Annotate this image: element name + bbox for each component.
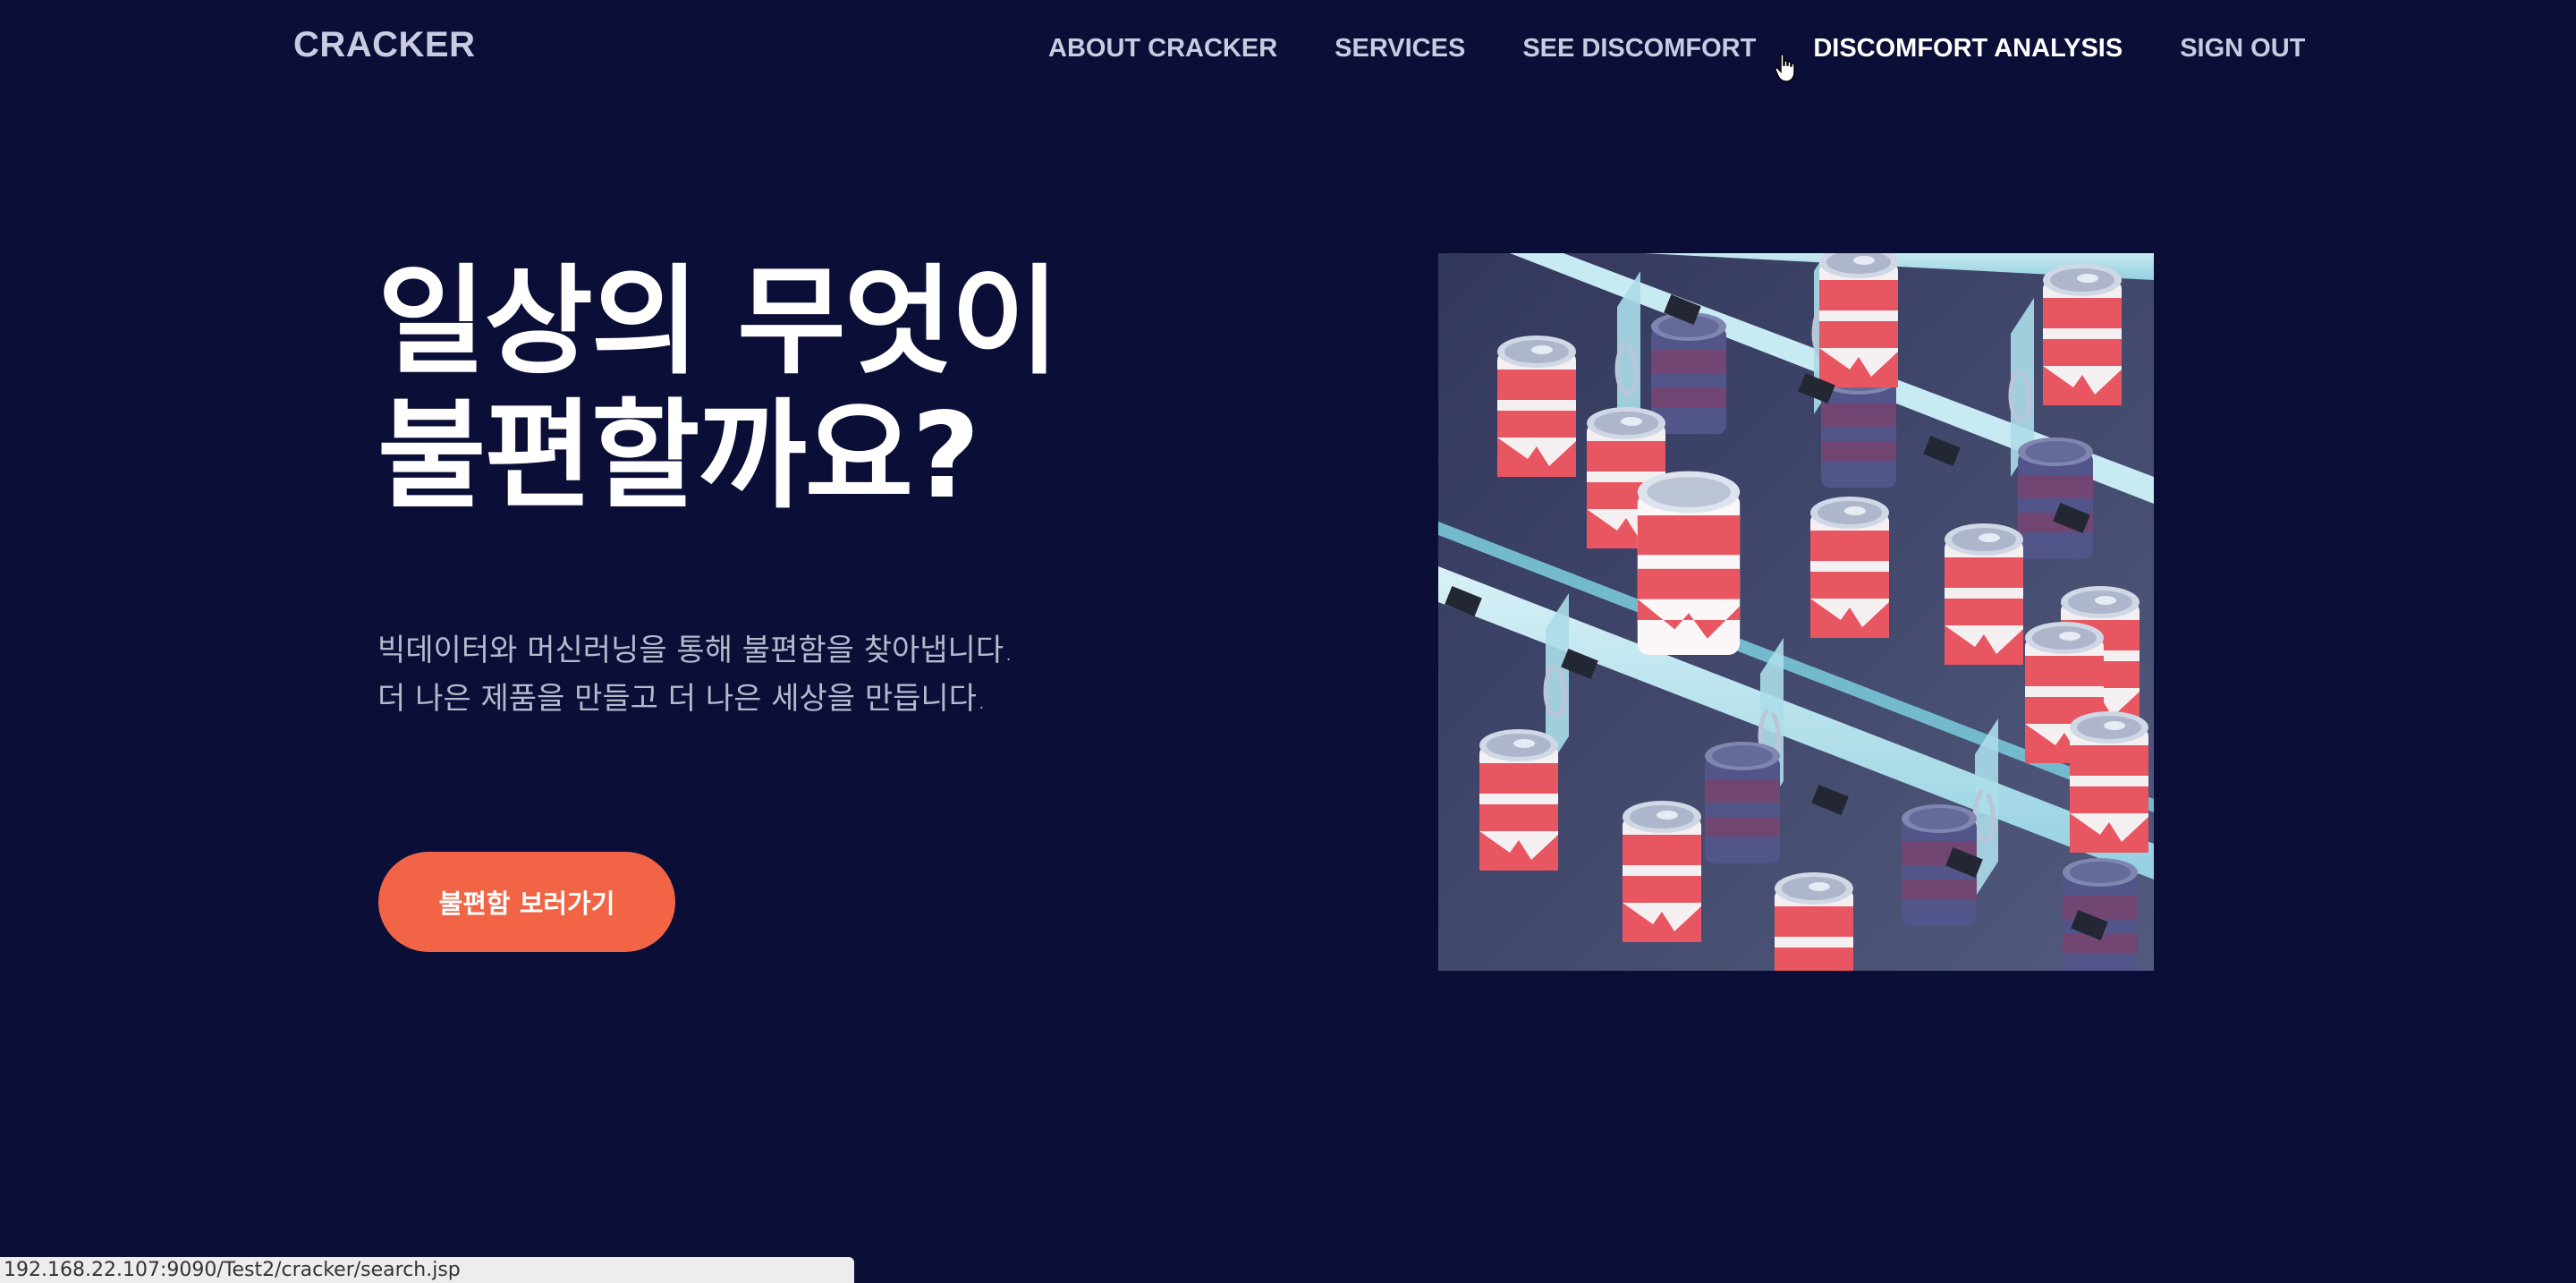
- page: CRACKER ABOUT CRACKER SERVICES SEE DISCO…: [0, 0, 2576, 1283]
- top-navbar: CRACKER ABOUT CRACKER SERVICES SEE DISCO…: [0, 0, 2576, 104]
- hero-title-line-2: 불편할까요?: [377, 387, 980, 525]
- pointer-hand-cursor-icon: [1775, 54, 1795, 82]
- hero-title-line-1: 일상의 무엇이: [377, 253, 1060, 391]
- brand-logo[interactable]: CRACKER: [293, 25, 476, 65]
- nav-services[interactable]: SERVICES: [1335, 34, 1465, 64]
- hero-subtitle-line-2: 더 나은 제품을 만들고 더 나은 세상을 만듭니다.: [377, 681, 987, 717]
- hero-subtitle-line-1: 빅데이터와 머신러닝을 통해 불편함을 찾아냅니다.: [377, 633, 1013, 668]
- nav-about-cracker[interactable]: ABOUT CRACKER: [1048, 34, 1277, 64]
- vending-machine-cans-illustration: [1438, 253, 2154, 971]
- nav-discomfort-analysis[interactable]: DISCOMFORT ANALYSIS: [1813, 34, 2123, 64]
- nav-see-discomfort[interactable]: SEE DISCOMFORT: [1522, 34, 1756, 64]
- hero-subtitle: 빅데이터와 머신러닝을 통해 불편함을 찾아냅니다. 더 나은 제품을 만들고 …: [377, 626, 1013, 723]
- browser-status-url: 192.168.22.107:9090/Test2/cracker/search…: [0, 1257, 854, 1283]
- nav-sign-out[interactable]: SIGN OUT: [2180, 34, 2305, 64]
- nav-links: ABOUT CRACKER SERVICES SEE DISCOMFORT DI…: [1048, 34, 2305, 64]
- hero-title: 일상의 무엇이 불편할까요?: [377, 253, 1060, 525]
- see-discomfort-button[interactable]: 불편함 보러가기: [378, 852, 675, 952]
- vending-machine-cans-icon: [1438, 253, 2154, 971]
